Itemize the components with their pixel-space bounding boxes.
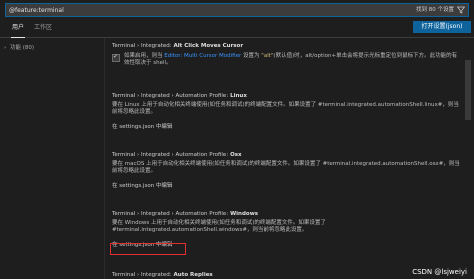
edit-in-settings-json-link[interactable]: 在 settings.json 中编辑 (112, 124, 462, 131)
setting-description: 要在 macOS 上用于自动化相关终端使用(如任务和调试)的终端配置文件。如果设… (112, 160, 460, 174)
setting-checkbox[interactable]: ✓ (112, 52, 120, 62)
setting-title: Terminal › Integrated: Auto Replies (112, 272, 213, 278)
setting-description: 要在 Linux 上用于自动化相关终端使用(如任务和调试)的终端配置文件。如果设… (112, 101, 459, 115)
setting-automation-profile-linux: Terminal › Integrated › Automation Profi… (112, 93, 462, 131)
check-icon: ✓ (113, 52, 119, 60)
settings-scope-tabs: 用户 工作区 打开设置(json) (0, 19, 474, 38)
tree-item-label: 功能 (80) (10, 45, 35, 51)
highlight-annotation (110, 243, 186, 255)
settings-search-box[interactable]: @feature:terminal 找到 80 个设置 (5, 3, 469, 17)
setting-auto-replies: Terminal › Integrated: Auto Replies (112, 272, 462, 279)
multi-cursor-modifier-link[interactable]: Editor: Multi Cursor Modifier (164, 53, 241, 59)
watermark: CSDN @lsjweiyi (412, 268, 467, 277)
setting-title: Terminal › Integrated › Automation Profi… (112, 93, 247, 99)
tree-item-features[interactable]: › 功能 (80) (4, 45, 34, 52)
setting-title: Terminal › Integrated: Alt Click Moves C… (112, 43, 244, 49)
scrollbar-thumb[interactable] (465, 60, 471, 120)
tab-workspace[interactable]: 工作区 (34, 24, 52, 32)
edit-in-settings-json-link[interactable]: 在 settings.json 中编辑 (112, 183, 462, 190)
filter-icon[interactable] (457, 6, 465, 14)
setting-title: Terminal › Integrated › Automation Profi… (112, 211, 259, 217)
tab-user[interactable]: 用户 (10, 24, 26, 37)
tree-divider (104, 38, 105, 279)
settings-tree: › 功能 (80) (4, 45, 34, 52)
setting-description: 如果启用，则当 Editor: Multi Cursor Modifier 设置… (124, 52, 458, 66)
setting-title: Terminal › Integrated › Automation Profi… (112, 152, 242, 158)
result-count: 找到 80 个设置 (416, 7, 454, 13)
setting-alt-click-moves-cursor: Terminal › Integrated: Alt Click Moves C… (112, 43, 462, 67)
search-input[interactable]: @feature:terminal (9, 7, 64, 15)
setting-description: 要在 Windows 上用于自动化相关终端使用(如任务和调试)的终端配置文件。如… (112, 219, 326, 233)
setting-automation-profile-osx: Terminal › Integrated › Automation Profi… (112, 152, 462, 190)
open-settings-json-button[interactable]: 打开设置(json) (413, 21, 471, 33)
